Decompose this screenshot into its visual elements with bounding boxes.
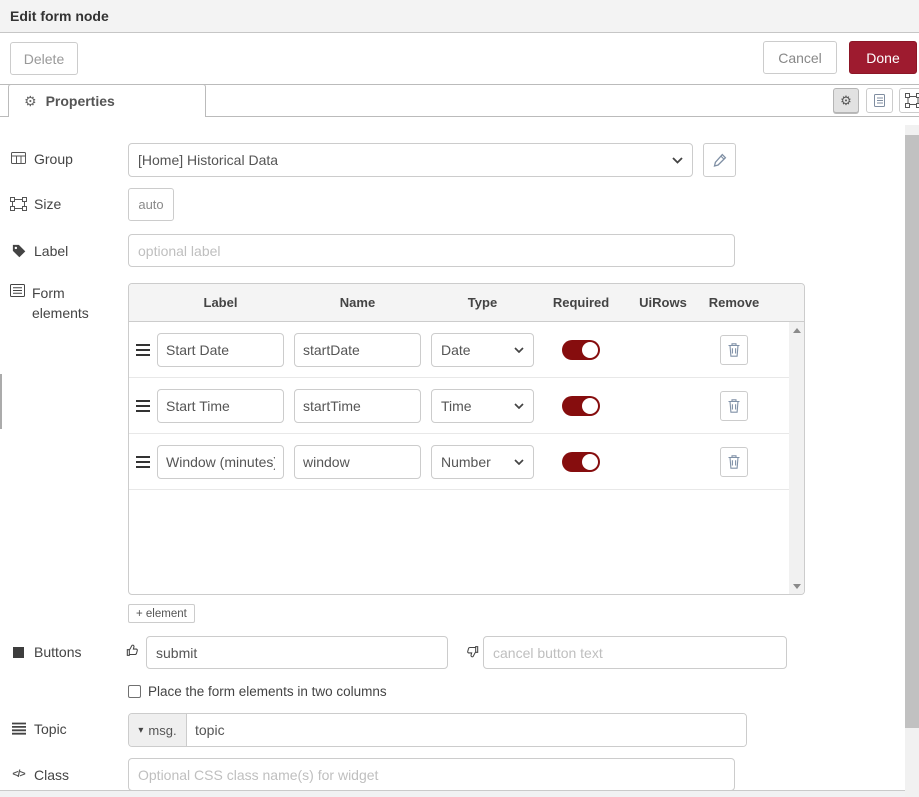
gear-icon: ⚙ (24, 94, 37, 108)
submit-button-text-input[interactable] (146, 636, 448, 669)
cancel-button-text-input[interactable] (483, 636, 787, 669)
chevron-down-icon (514, 459, 524, 465)
form-element-row: Time (129, 378, 804, 434)
trash-icon (727, 398, 741, 414)
element-label-input[interactable] (157, 445, 284, 479)
description-view-button[interactable] (866, 88, 893, 113)
required-toggle[interactable] (562, 396, 600, 416)
element-name-input[interactable] (294, 445, 421, 479)
dialog-footer-strip (0, 790, 919, 797)
edit-form-node-dialog: Edit form node Delete Cancel Done ⚙ Prop… (0, 0, 919, 797)
object-group-icon (10, 197, 27, 211)
table-scrollbar[interactable] (789, 322, 804, 594)
element-type-select[interactable]: Time (431, 389, 534, 423)
page-scrollbar-thumb[interactable] (905, 135, 919, 728)
properties-view-button[interactable]: ⚙ (833, 88, 859, 113)
drag-handle-icon[interactable] (135, 344, 151, 356)
class-field-label: </> Class (10, 767, 69, 783)
topic-input[interactable] (187, 714, 746, 746)
tab-properties[interactable]: ⚙ Properties (8, 84, 206, 117)
add-element-button[interactable]: + element (128, 604, 195, 623)
drag-handle-icon[interactable] (135, 400, 151, 412)
two-columns-checkbox[interactable] (128, 685, 141, 698)
column-header-label: Label (157, 295, 284, 310)
buttons-field-label: Buttons (10, 644, 81, 660)
column-header-uirows: UiRows (628, 295, 698, 310)
trash-icon (727, 454, 741, 470)
group-field-label: Group (10, 151, 73, 167)
drag-handle-icon[interactable] (135, 456, 151, 468)
topic-type-label: msg. (148, 723, 176, 738)
cancel-button[interactable]: Cancel (763, 41, 837, 74)
done-button[interactable]: Done (849, 41, 917, 74)
document-icon (873, 93, 886, 108)
trash-icon (727, 342, 741, 358)
left-edge-divider (0, 374, 2, 429)
code-icon: </> (10, 768, 27, 780)
chevron-down-icon (514, 347, 524, 353)
scroll-up-icon[interactable] (789, 322, 804, 338)
node-appearance-icon (905, 93, 919, 108)
caret-down-icon: ▾ (138, 725, 143, 736)
topic-typed-input: ▾ msg. (128, 713, 747, 747)
dialog-titlebar: Edit form node (0, 0, 919, 33)
align-justify-icon (10, 722, 27, 735)
dialog-title: Edit form node (10, 8, 109, 24)
table-grid-icon (10, 152, 27, 164)
chevron-down-icon (672, 157, 683, 164)
column-header-name: Name (294, 295, 421, 310)
two-columns-option: Place the form elements in two columns (128, 684, 387, 699)
element-type-select[interactable]: Number (431, 445, 534, 479)
element-label-input[interactable] (157, 333, 284, 367)
element-name-input[interactable] (294, 333, 421, 367)
element-name-input[interactable] (294, 389, 421, 423)
list-icon (10, 284, 25, 297)
element-label-input[interactable] (157, 389, 284, 423)
scroll-down-icon[interactable] (789, 578, 804, 594)
group-select[interactable]: [Home] Historical Data (128, 143, 693, 177)
thumbs-up-icon (126, 644, 140, 658)
form-element-row: Number (129, 434, 804, 490)
delete-button[interactable]: Delete (10, 42, 78, 75)
remove-element-button[interactable] (720, 447, 748, 477)
form-elements-field-label: Form elements (10, 283, 96, 324)
label-field-label: Label (10, 243, 68, 259)
form-elements-table-header: Label Name Type Required UiRows Remove (129, 284, 804, 322)
remove-element-button[interactable] (720, 391, 748, 421)
appearance-view-button[interactable] (899, 88, 919, 113)
two-columns-label: Place the form elements in two columns (148, 684, 387, 699)
chevron-down-icon (514, 403, 524, 409)
form-elements-table-body: Date (129, 322, 804, 594)
class-input[interactable] (128, 758, 735, 791)
column-header-type: Type (431, 295, 534, 310)
topic-type-select[interactable]: ▾ msg. (129, 714, 187, 746)
thumbs-down-icon (465, 644, 479, 658)
tab-properties-label: Properties (46, 93, 115, 109)
group-select-value: [Home] Historical Data (138, 152, 278, 168)
form-elements-table: Label Name Type Required UiRows Remove D… (128, 283, 805, 595)
size-button[interactable]: auto (128, 188, 174, 221)
size-field-label: Size (10, 196, 61, 212)
required-toggle[interactable] (562, 452, 600, 472)
form-element-row: Date (129, 322, 804, 378)
edit-group-button[interactable] (703, 143, 736, 177)
gear-icon: ⚙ (840, 94, 852, 107)
filled-square-icon (10, 645, 27, 658)
element-type-select[interactable]: Date (431, 333, 534, 367)
topic-field-label: Topic (10, 721, 67, 737)
tag-icon (10, 244, 27, 258)
remove-element-button[interactable] (720, 335, 748, 365)
required-toggle[interactable] (562, 340, 600, 360)
label-input[interactable] (128, 234, 735, 267)
pencil-icon (713, 153, 727, 167)
column-header-required: Required (534, 295, 628, 310)
column-header-remove: Remove (698, 295, 770, 310)
